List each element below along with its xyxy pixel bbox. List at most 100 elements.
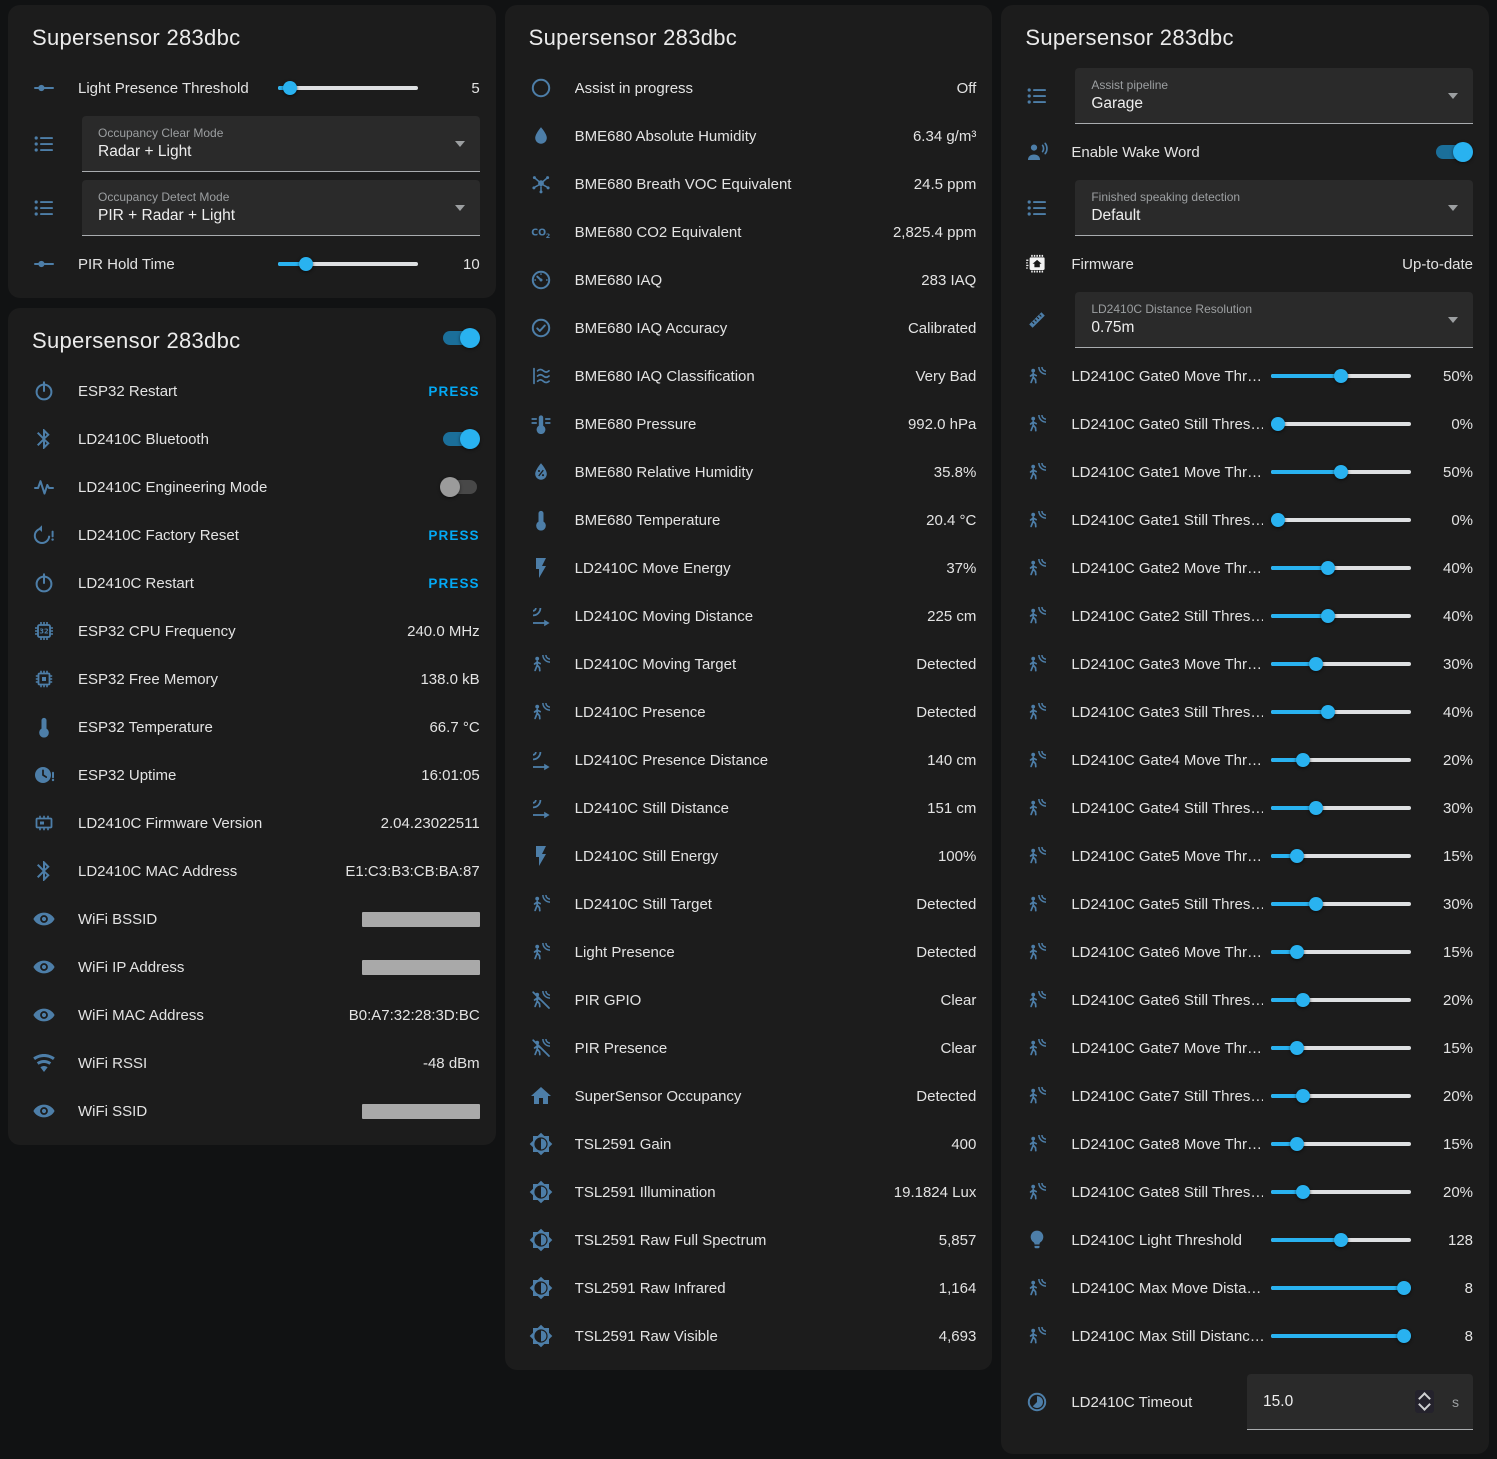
row-ld2410c-gate3-still-thres[interactable]: LD2410C Gate3 Still Thres…40%	[1001, 688, 1489, 736]
slider-knob[interactable]	[1309, 801, 1323, 815]
slider[interactable]	[278, 254, 418, 274]
slider-knob[interactable]	[1334, 369, 1348, 383]
row-wifi-ip-address[interactable]: WiFi IP Address	[8, 943, 496, 991]
row-ld2410c-presence-distance[interactable]: LD2410C Presence Distance140 cm	[505, 736, 993, 784]
select-finished-speaking-detection[interactable]: Finished speaking detectionDefault	[1075, 180, 1473, 236]
row-ld2410c-timeout[interactable]: LD2410C Timeout15.0s	[1001, 1360, 1489, 1444]
row-esp32-free-memory[interactable]: ESP32 Free Memory138.0 kB	[8, 655, 496, 703]
slider-track[interactable]	[278, 86, 418, 90]
press-button[interactable]: PRESS	[428, 384, 479, 399]
row-wifi-mac-address[interactable]: WiFi MAC AddressB0:A7:32:28:3D:BC	[8, 991, 496, 1039]
row-ld2410c-still-target[interactable]: LD2410C Still TargetDetected	[505, 880, 993, 928]
row-bme680-iaq-classification[interactable]: BME680 IAQ ClassificationVery Bad	[505, 352, 993, 400]
slider-knob[interactable]	[1334, 465, 1348, 479]
row-bme680-absolute-humidity[interactable]: BME680 Absolute Humidity6.34 g/m³	[505, 112, 993, 160]
slider-knob[interactable]	[1296, 1089, 1310, 1103]
row-tsl2591-gain[interactable]: TSL2591 Gain400	[505, 1120, 993, 1168]
row-tsl2591-raw-visible[interactable]: TSL2591 Raw Visible4,693	[505, 1312, 993, 1360]
slider-knob[interactable]	[1321, 609, 1335, 623]
slider[interactable]	[1271, 462, 1411, 482]
row-ld2410c-still-energy[interactable]: LD2410C Still Energy100%	[505, 832, 993, 880]
row-bme680-breath-voc-equivalent[interactable]: BME680 Breath VOC Equivalent24.5 ppm	[505, 160, 993, 208]
slider-knob[interactable]	[1290, 1041, 1304, 1055]
press-button[interactable]: PRESS	[428, 576, 479, 591]
row-ld2410c-gate2-move-thr[interactable]: LD2410C Gate2 Move Thr…40%	[1001, 544, 1489, 592]
row-ld2410c-max-move-dista[interactable]: LD2410C Max Move Dista…8	[1001, 1264, 1489, 1312]
row-ld2410c-light-threshold[interactable]: LD2410C Light Threshold128	[1001, 1216, 1489, 1264]
press-button[interactable]: PRESS	[428, 528, 479, 543]
slider-knob[interactable]	[1290, 1137, 1304, 1151]
slider-knob[interactable]	[1296, 993, 1310, 1007]
row-ld2410c-firmware-version[interactable]: LD2410C Firmware Version2.04.23022511	[8, 799, 496, 847]
toggle-knob[interactable]	[1453, 142, 1473, 162]
row-ld2410c-gate0-move-thr[interactable]: LD2410C Gate0 Move Thr…50%	[1001, 352, 1489, 400]
row-ld2410c-bluetooth[interactable]: LD2410C Bluetooth	[8, 415, 496, 463]
slider-knob[interactable]	[1290, 849, 1304, 863]
slider[interactable]	[1271, 414, 1411, 434]
row-firmware[interactable]: FirmwareUp-to-date	[1001, 240, 1489, 288]
slider[interactable]	[1271, 942, 1411, 962]
slider-knob[interactable]	[1397, 1281, 1411, 1295]
slider[interactable]	[1271, 510, 1411, 530]
toggle[interactable]	[440, 428, 480, 450]
slider-knob[interactable]	[1290, 945, 1304, 959]
row-esp32-cpu-frequency[interactable]: ESP32 CPU Frequency240.0 MHz	[8, 607, 496, 655]
slider-knob[interactable]	[1397, 1329, 1411, 1343]
toggle-knob[interactable]	[460, 328, 480, 348]
row-ld2410c-factory-reset[interactable]: LD2410C Factory ResetPRESS	[8, 511, 496, 559]
slider[interactable]	[1271, 1086, 1411, 1106]
slider[interactable]	[1271, 1278, 1411, 1298]
row-ld2410c-restart[interactable]: LD2410C RestartPRESS	[8, 559, 496, 607]
select-ld2410c-distance-resolution[interactable]: LD2410C Distance Resolution0.75m	[1075, 292, 1473, 348]
row-bme680-temperature[interactable]: BME680 Temperature20.4 °C	[505, 496, 993, 544]
row-ld2410c-move-energy[interactable]: LD2410C Move Energy37%	[505, 544, 993, 592]
slider[interactable]	[1271, 1134, 1411, 1154]
row-tsl2591-raw-full-spectrum[interactable]: TSL2591 Raw Full Spectrum5,857	[505, 1216, 993, 1264]
slider-knob[interactable]	[299, 257, 313, 271]
slider-knob[interactable]	[1271, 513, 1285, 527]
row-esp32-restart[interactable]: ESP32 RestartPRESS	[8, 367, 496, 415]
row-ld2410c-gate5-still-thres[interactable]: LD2410C Gate5 Still Thres…30%	[1001, 880, 1489, 928]
row-tsl2591-raw-infrared[interactable]: TSL2591 Raw Infrared1,164	[505, 1264, 993, 1312]
row-ld2410c-moving-target[interactable]: LD2410C Moving TargetDetected	[505, 640, 993, 688]
row-enable-wake-word[interactable]: Enable Wake Word	[1001, 128, 1489, 176]
row-bme680-iaq-accuracy[interactable]: BME680 IAQ AccuracyCalibrated	[505, 304, 993, 352]
row-esp32-uptime[interactable]: ESP32 Uptime16:01:05	[8, 751, 496, 799]
select-occupancy-clear-mode[interactable]: Occupancy Clear ModeRadar + Light	[82, 116, 480, 172]
row-esp32-temperature[interactable]: ESP32 Temperature66.7 °C	[8, 703, 496, 751]
row-ld2410c-still-distance[interactable]: LD2410C Still Distance151 cm	[505, 784, 993, 832]
row-bme680-co2-equivalent[interactable]: BME680 CO2 Equivalent2,825.4 ppm	[505, 208, 993, 256]
slider-knob[interactable]	[283, 81, 297, 95]
slider[interactable]	[1271, 750, 1411, 770]
row-wifi-rssi[interactable]: WiFi RSSI-48 dBm	[8, 1039, 496, 1087]
slider[interactable]	[1271, 654, 1411, 674]
slider-knob[interactable]	[1309, 897, 1323, 911]
slider-knob[interactable]	[1334, 1233, 1348, 1247]
row-tsl2591-illumination[interactable]: TSL2591 Illumination19.1824 Lux	[505, 1168, 993, 1216]
row-ld2410c-gate4-still-thres[interactable]: LD2410C Gate4 Still Thres…30%	[1001, 784, 1489, 832]
row-pir-gpio[interactable]: PIR GPIOClear	[505, 976, 993, 1024]
slider[interactable]	[1271, 894, 1411, 914]
slider[interactable]	[1271, 1038, 1411, 1058]
row-bme680-pressure[interactable]: BME680 Pressure992.0 hPa	[505, 400, 993, 448]
row-ld2410c-gate1-move-thr[interactable]: LD2410C Gate1 Move Thr…50%	[1001, 448, 1489, 496]
row-ld2410c-gate7-move-thr[interactable]: LD2410C Gate7 Move Thr…15%	[1001, 1024, 1489, 1072]
slider-knob[interactable]	[1296, 1185, 1310, 1199]
toggle-knob[interactable]	[440, 477, 460, 497]
row-pir-hold-time[interactable]: PIR Hold Time10	[8, 240, 496, 288]
row-light-presence-threshold[interactable]: Light Presence Threshold5	[8, 64, 496, 112]
slider[interactable]	[1271, 846, 1411, 866]
slider[interactable]	[1271, 798, 1411, 818]
row-pir-presence[interactable]: PIR PresenceClear	[505, 1024, 993, 1072]
row-ld2410c-gate6-still-thres[interactable]: LD2410C Gate6 Still Thres…20%	[1001, 976, 1489, 1024]
row-ld2410c-gate7-still-thres[interactable]: LD2410C Gate7 Still Thres…20%	[1001, 1072, 1489, 1120]
slider-knob[interactable]	[1271, 417, 1285, 431]
row-ld2410c-gate5-move-thr[interactable]: LD2410C Gate5 Move Thr…15%	[1001, 832, 1489, 880]
toggle[interactable]	[440, 476, 480, 498]
select-occupancy-detect-mode[interactable]: Occupancy Detect ModePIR + Radar + Light	[82, 180, 480, 236]
row-bme680-relative-humidity[interactable]: BME680 Relative Humidity35.8%	[505, 448, 993, 496]
slider-track[interactable]	[1271, 422, 1411, 426]
row-supersensor-occupancy[interactable]: SuperSensor OccupancyDetected	[505, 1072, 993, 1120]
row-ld2410c-gate3-move-thr[interactable]: LD2410C Gate3 Move Thr…30%	[1001, 640, 1489, 688]
select-assist-pipeline[interactable]: Assist pipelineGarage	[1075, 68, 1473, 124]
